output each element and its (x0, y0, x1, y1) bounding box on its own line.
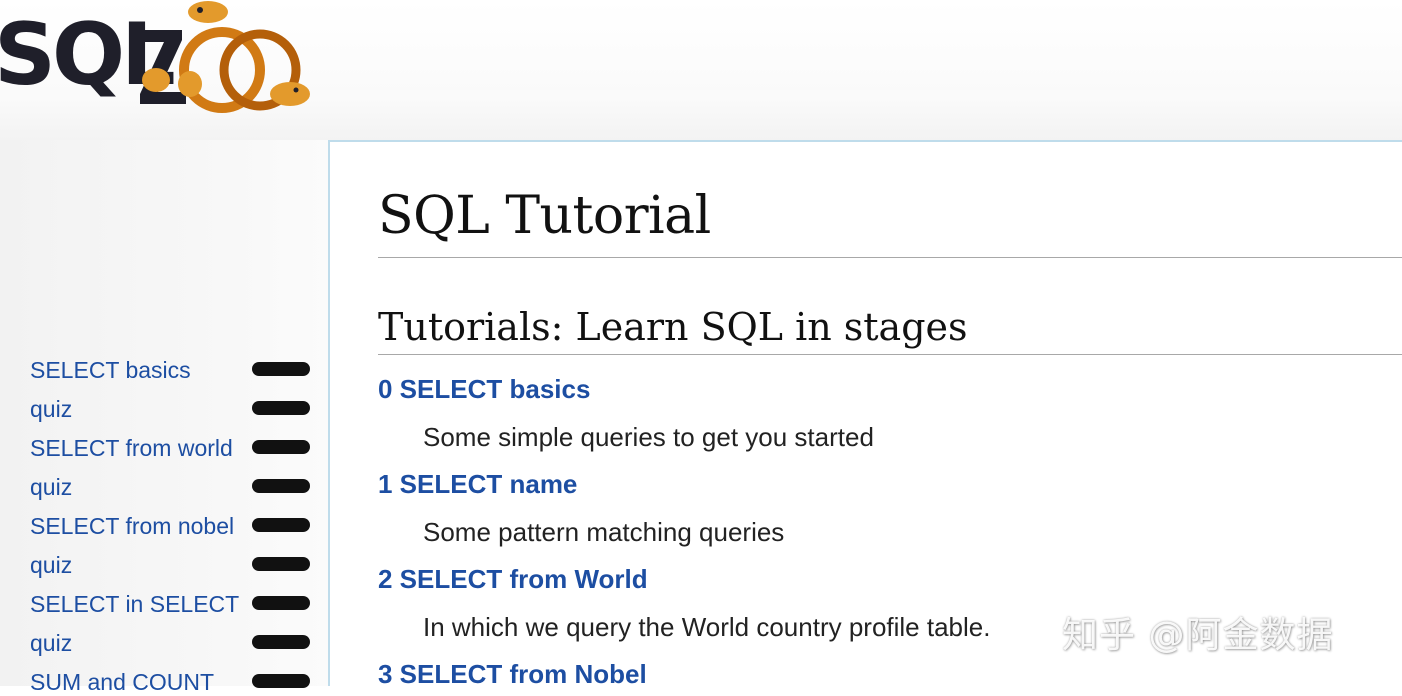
sidebar-item-quiz[interactable]: quiz (30, 630, 72, 657)
progress-indicator (252, 518, 310, 532)
progress-indicator (252, 596, 310, 610)
progress-indicator (252, 557, 310, 571)
sidebar-item-select-basics[interactable]: SELECT basics (30, 357, 191, 384)
tutorial-link-select-name[interactable]: 1 SELECT name (378, 469, 577, 500)
sidebar-item-quiz[interactable]: quiz (30, 396, 72, 423)
zoo-logo-art (140, 1, 310, 113)
section-divider (378, 354, 1402, 355)
progress-indicator (252, 479, 310, 493)
sidebar-item-quiz[interactable]: quiz (30, 474, 72, 501)
tutorial-desc: In which we query the World country prof… (423, 612, 991, 642)
page-title: SQL Tutorial (378, 186, 711, 246)
sidebar-item-quiz[interactable]: quiz (30, 552, 72, 579)
section-title: Tutorials: Learn SQL in stages (378, 305, 968, 349)
progress-indicator (252, 362, 310, 376)
sidebar-item-select-from-world[interactable]: SELECT from world (30, 435, 233, 462)
site-logo[interactable]: SQL (0, 0, 320, 120)
sidebar-item-select-in-select[interactable]: SELECT in SELECT (30, 591, 239, 618)
progress-indicator (252, 401, 310, 415)
sidebar-item-sum-and-count[interactable]: SUM and COUNT (30, 669, 214, 696)
zhihu-watermark: 知乎 @阿金数据 (1062, 615, 1334, 656)
progress-indicator (252, 635, 310, 649)
tutorial-link-select-basics[interactable]: 0 SELECT basics (378, 374, 590, 405)
progress-indicator (252, 440, 310, 454)
title-divider (378, 257, 1402, 258)
sidebar-item-select-from-nobel[interactable]: SELECT from nobel (30, 513, 234, 540)
tutorial-link-select-nobel[interactable]: 3 SELECT from Nobel (378, 659, 647, 690)
tutorial-desc: Some simple queries to get you started (423, 422, 874, 452)
tutorial-link-select-world[interactable]: 2 SELECT from World (378, 564, 648, 595)
tutorial-desc: Some pattern matching queries (423, 517, 785, 547)
